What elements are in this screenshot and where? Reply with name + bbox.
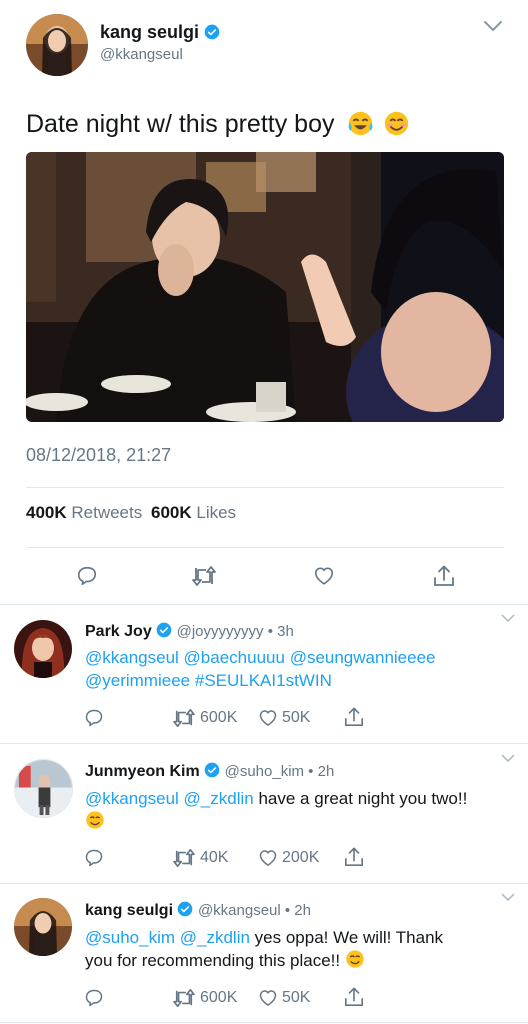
chevron-down-icon[interactable]	[483, 20, 503, 32]
retweet-count: 40K	[200, 849, 229, 866]
verified-badge-icon	[156, 622, 172, 638]
retweet-count: 600K	[200, 709, 238, 726]
reply-like-action[interactable]: 50K	[258, 708, 310, 728]
like-heart-icon	[259, 990, 277, 1006]
divider	[0, 743, 528, 744]
mention-link[interactable]: @kkangseul	[85, 789, 179, 808]
retweet-icon[interactable]	[191, 565, 217, 587]
chevron-down-icon[interactable]	[501, 614, 515, 622]
share-icon[interactable]	[344, 986, 364, 1008]
retweet-count: 600K	[200, 989, 238, 1006]
like-heart-icon	[259, 710, 277, 726]
divider	[0, 604, 528, 605]
verified-badge-icon	[178, 901, 193, 917]
likes-count: 600K	[150, 503, 192, 522]
likes-label: Likes	[196, 503, 237, 522]
reply-avatar[interactable]	[14, 898, 72, 956]
divider	[26, 487, 504, 488]
reply-body-continued: you for recommending this place!!	[85, 951, 341, 970]
reply-body: have a great night you two!!	[258, 789, 468, 808]
retweets-stat[interactable]: 400K Retweets	[26, 503, 142, 522]
reply-retweet-action[interactable]: 40K	[172, 848, 228, 868]
reply-header: kang seulgi @kkangseul • 2h	[85, 901, 311, 920]
divider	[0, 883, 528, 884]
like-count: 200K	[282, 849, 320, 866]
reply-body: yes oppa! We will! Thank	[254, 928, 444, 947]
author-handle[interactable]: @kkangseul	[100, 46, 183, 63]
mention-link[interactable]: @kkangseul	[85, 648, 179, 667]
mention-link[interactable]: @seungwannieeee	[290, 648, 436, 667]
verified-badge-icon	[204, 762, 220, 778]
author-avatar[interactable]	[26, 14, 88, 76]
share-icon[interactable]	[344, 846, 364, 868]
retweet-icon	[173, 849, 195, 867]
reply-avatar[interactable]	[14, 759, 73, 818]
mention-link[interactable]: @yerimmieee	[85, 671, 190, 690]
reply-handle-time[interactable]: @joyyyyyyyy • 3h	[177, 623, 294, 640]
like-count: 50K	[282, 709, 311, 726]
like-count: 50K	[282, 989, 311, 1006]
reply-icon[interactable]	[84, 708, 104, 728]
reply-avatar[interactable]	[14, 620, 72, 678]
reply-text: @kkangseul @baechuuuu @seungwannieeee @y…	[85, 646, 436, 692]
smiling-face-emoji-icon	[385, 111, 409, 136]
chevron-down-icon[interactable]	[501, 893, 515, 901]
reply-retweet-action[interactable]: 600K	[172, 988, 237, 1008]
tweet-timestamp[interactable]: 08/12/2018, 21:27	[26, 445, 171, 466]
retweet-icon	[173, 989, 195, 1007]
hashtag-link[interactable]: #SEULKAI1stWIN	[195, 671, 332, 690]
author-name-text: kang seulgi	[100, 22, 200, 42]
retweet-icon	[173, 709, 195, 727]
chevron-down-icon[interactable]	[501, 754, 515, 762]
author-name[interactable]: kang seulgi	[100, 22, 220, 43]
retweets-label: Retweets	[71, 503, 143, 522]
laughing-tears-emoji-icon	[348, 111, 373, 136]
tweet-text: Date night w/ this pretty boy	[26, 110, 410, 139]
reply-icon[interactable]	[84, 988, 104, 1008]
reply-like-action[interactable]: 50K	[258, 988, 310, 1008]
reply-text: @kkangseul @_zkdlin have a great night y…	[85, 787, 467, 833]
mention-link[interactable]: @_zkdlin	[180, 928, 250, 947]
share-icon[interactable]	[433, 564, 455, 588]
mention-link[interactable]: @baechuuuu	[184, 648, 285, 667]
like-heart-icon[interactable]	[313, 565, 335, 587]
reply-author-name[interactable]: Park Joy	[85, 623, 152, 640]
reply-icon[interactable]	[84, 848, 104, 868]
like-heart-icon	[259, 850, 277, 866]
divider	[26, 547, 504, 548]
retweets-count: 400K	[26, 503, 67, 522]
mention-link[interactable]: @_zkdlin	[184, 789, 254, 808]
divider	[0, 1022, 528, 1023]
reply-header: Junmyeon Kim @suho_kim • 2h	[85, 762, 334, 781]
tweet-stats: 400K Retweets 600K Likes	[26, 503, 236, 523]
tweet-photo[interactable]	[26, 152, 504, 422]
reply-author-name[interactable]: Junmyeon Kim	[85, 763, 200, 780]
smiling-face-emoji-icon	[346, 950, 364, 968]
smiling-face-emoji-icon	[86, 811, 104, 829]
tweet-body: Date night w/ this pretty boy	[26, 110, 335, 138]
share-icon[interactable]	[344, 706, 364, 728]
reply-handle-time[interactable]: @kkangseul • 2h	[198, 902, 311, 919]
reply-like-action[interactable]: 200K	[258, 848, 319, 868]
reply-author-name[interactable]: kang seulgi	[85, 902, 173, 919]
reply-text: @suho_kim @_zkdlin yes oppa! We will! Th…	[85, 926, 443, 972]
reply-handle-time[interactable]: @suho_kim • 2h	[225, 763, 335, 780]
likes-stat[interactable]: 600K Likes	[151, 503, 236, 522]
reply-icon[interactable]	[76, 565, 98, 587]
verified-badge-icon	[204, 24, 220, 40]
mention-link[interactable]: @suho_kim	[85, 928, 175, 947]
reply-header: Park Joy @joyyyyyyyy • 3h	[85, 622, 294, 641]
reply-retweet-action[interactable]: 600K	[172, 708, 237, 728]
